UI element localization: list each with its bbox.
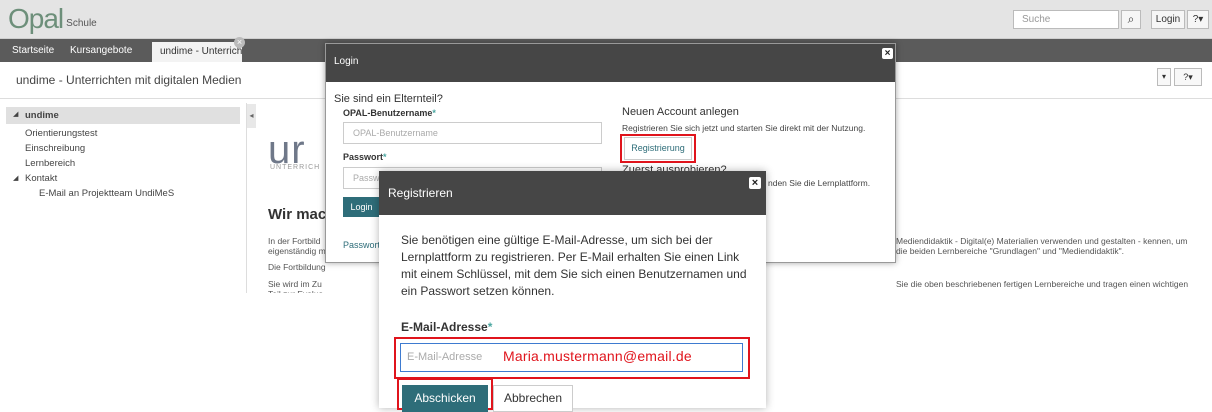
- course-logo-subtitle: UNTERRICH: [270, 164, 321, 171]
- login-submit-button[interactable]: Login: [343, 197, 380, 217]
- new-account-heading: Neuen Account anlegen: [622, 106, 739, 118]
- course-dropdown-button[interactable]: ▾: [1157, 68, 1171, 86]
- sidebar-item-einschreibung[interactable]: Einschreibung: [25, 143, 85, 154]
- help-menu-button[interactable]: ?▾: [1187, 10, 1209, 29]
- search-button[interactable]: ⌕: [1121, 10, 1141, 29]
- email-placeholder: E-Mail-Adresse: [407, 351, 483, 363]
- sidebar-root-label: undime: [25, 110, 59, 121]
- email-label: E-Mail-Adresse*: [401, 320, 492, 334]
- register-dialog-header: Registrieren ×: [379, 171, 766, 215]
- sidebar-item-email-team[interactable]: E-Mail an Projektteam UndiMeS: [39, 188, 174, 199]
- course-help-button[interactable]: ?▾: [1174, 68, 1202, 86]
- content-text: Die Fortbildung: [268, 262, 326, 272]
- login-dialog-header: Login ×: [326, 44, 895, 82]
- sidebar-item-orientierungstest[interactable]: Orientierungstest: [25, 128, 97, 139]
- close-icon[interactable]: ×: [882, 48, 893, 59]
- search-icon: ⌕: [1127, 12, 1135, 26]
- tab-close-icon[interactable]: ×: [234, 37, 245, 48]
- forgot-password-link[interactable]: Passwort: [343, 240, 380, 250]
- logo-subtitle: Schule: [66, 18, 97, 29]
- register-info-text: Sie benötigen eine gültige E-Mail-Adress…: [401, 233, 747, 298]
- tab-startseite[interactable]: Startseite: [12, 39, 54, 62]
- content-text: In der Fortbild: [268, 236, 321, 246]
- required-mark: *: [487, 320, 493, 334]
- login-button[interactable]: Login: [1151, 10, 1185, 29]
- content-text: die beiden Lernbereiche "Grundlagen" und…: [896, 246, 1125, 256]
- course-title: undime - Unterrichten mit digitalen Medi…: [16, 73, 242, 87]
- content-text: eigenständig m: [268, 246, 326, 256]
- register-button[interactable]: Registrierung: [624, 137, 692, 160]
- search-input[interactable]: Suche: [1013, 10, 1119, 29]
- username-label-text: OPAL-Benutzername: [343, 108, 433, 118]
- try-text: nden Sie die Lernplattform.: [768, 178, 871, 188]
- expanded-icon: ◢: [13, 111, 19, 118]
- sidebar-collapse-handle[interactable]: ◂: [247, 104, 256, 128]
- tab-course-active[interactable]: undime - Unterrichten ...: [152, 42, 242, 62]
- required-mark: *: [383, 152, 387, 162]
- content-text: Sie die oben beschriebenen fertigen Lern…: [896, 279, 1189, 289]
- close-icon[interactable]: ×: [749, 177, 761, 189]
- email-field[interactable]: E-Mail-Adresse Maria.mustermann@email.de: [400, 343, 743, 372]
- password-label-text: Passwort: [343, 152, 384, 162]
- opal-logo[interactable]: Opal Schule: [8, 3, 97, 34]
- register-dialog: Registrieren × Sie benötigen eine gültig…: [379, 171, 766, 412]
- login-dialog-title: Login: [334, 56, 359, 67]
- sidebar-item-lernbereich[interactable]: Lernbereich: [25, 158, 75, 169]
- parent-question: Sie sind ein Elternteil?: [334, 93, 443, 105]
- username-input[interactable]: OPAL-Benutzername: [343, 122, 602, 144]
- tab-kursangebote[interactable]: Kursangebote: [70, 39, 132, 62]
- content-text: Sie wird im Zu: [268, 279, 322, 289]
- sidebar-item-kontakt[interactable]: Kontakt: [25, 173, 57, 184]
- password-label: Passwort*: [343, 152, 387, 162]
- email-typed-value: Maria.mustermann@email.de: [503, 348, 692, 364]
- required-mark: *: [432, 108, 436, 118]
- logo-text: Opal: [8, 3, 64, 34]
- register-dialog-title: Registrieren: [388, 186, 453, 200]
- new-account-text: Registrieren Sie sich jetzt und starten …: [622, 123, 866, 133]
- email-label-text: E-Mail-Adresse: [401, 320, 488, 334]
- username-label: OPAL-Benutzername*: [343, 108, 436, 118]
- content-text: Mediendidaktik - Digital(e) Materialien …: [896, 236, 1188, 246]
- content-text: Teil zur Evalua: [268, 289, 323, 293]
- expanded-icon: ◢: [13, 175, 19, 182]
